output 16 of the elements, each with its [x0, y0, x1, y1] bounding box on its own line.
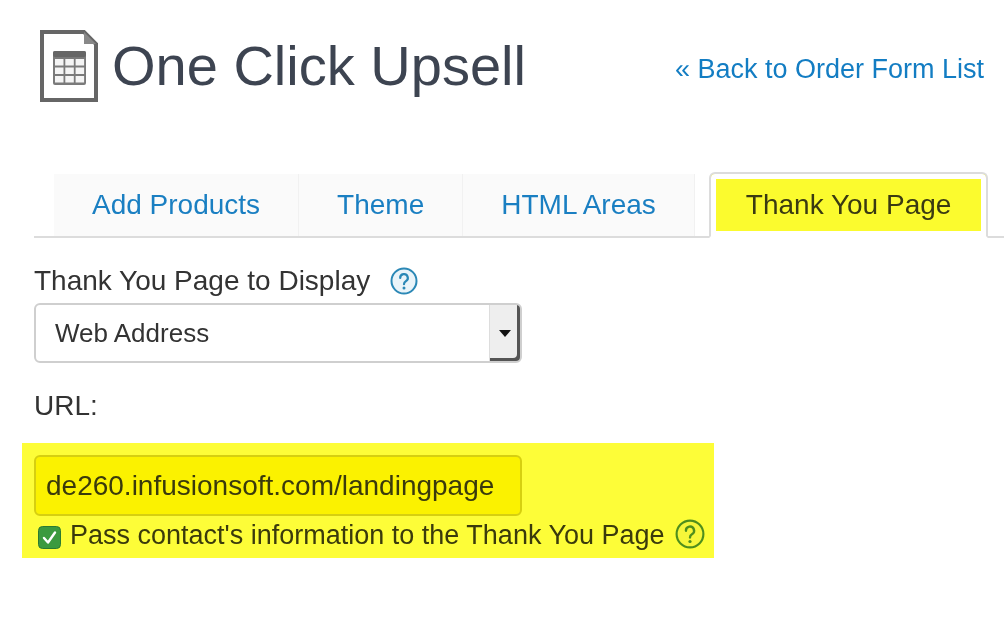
tab[interactable]: Thank You Page	[708, 172, 989, 238]
checkbox-label: Pass contact's information to the Thank You Page	[70, 519, 665, 551]
url-input[interactable]: de260.infusionsoft.com/landingpage	[34, 455, 522, 516]
field-label: Thank You Page to Display	[34, 264, 371, 298]
tab[interactable]: Theme	[299, 174, 464, 236]
dropdown-field[interactable]: Web Address	[34, 303, 522, 363]
page-title: One Click Upsell	[112, 34, 526, 98]
caret-icon	[499, 329, 511, 337]
field-label: URL:	[34, 389, 98, 423]
tab[interactable]: Add Products	[54, 174, 300, 236]
help-icon[interactable]	[390, 267, 419, 295]
back-link[interactable]: « Back to Order Form List	[674, 53, 984, 85]
spreadsheet-document-icon	[40, 30, 98, 102]
tab[interactable]: HTML Areas	[463, 174, 695, 236]
help-icon[interactable]	[674, 519, 705, 549]
checkbox[interactable]	[38, 526, 61, 549]
